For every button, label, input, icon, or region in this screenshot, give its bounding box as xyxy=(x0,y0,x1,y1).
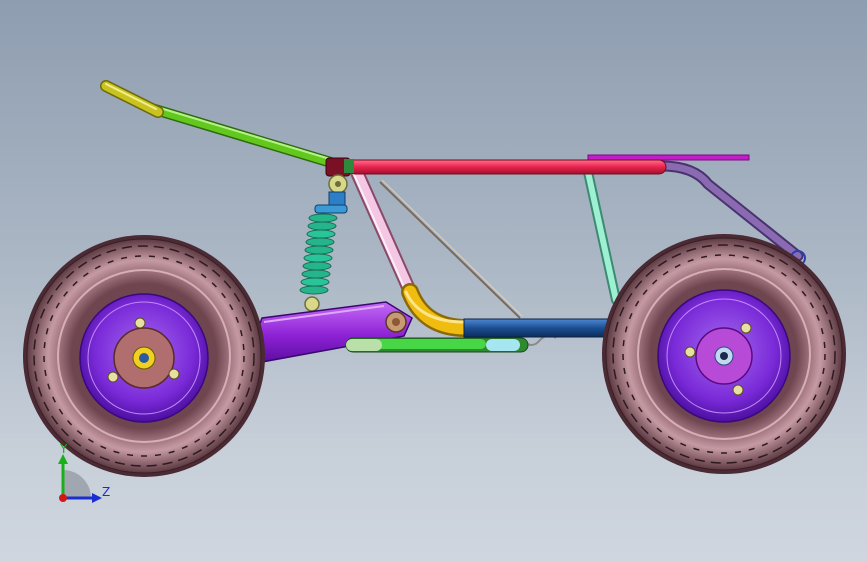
shock-spring xyxy=(299,213,338,295)
footrest-bar[interactable] xyxy=(345,337,529,353)
handlebar[interactable] xyxy=(144,102,342,170)
axis-z-label: Z xyxy=(102,485,111,499)
seat-strut[interactable] xyxy=(583,167,621,305)
lower-frame-tube[interactable] xyxy=(463,318,613,338)
vehicle-assembly-drawing xyxy=(23,80,846,503)
front-down-tube[interactable] xyxy=(349,163,419,303)
front-wheel[interactable] xyxy=(23,235,265,477)
frame-bend[interactable] xyxy=(401,283,475,337)
axis-y-label: Y xyxy=(60,442,68,456)
handlebar-grip[interactable] xyxy=(100,80,164,118)
seat-rack[interactable] xyxy=(587,154,750,161)
swingarm[interactable] xyxy=(253,301,413,363)
rear-wheel[interactable] xyxy=(602,234,846,474)
diagonal-brace[interactable] xyxy=(379,181,521,319)
shock-absorber[interactable] xyxy=(299,174,348,312)
main-top-rail[interactable] xyxy=(325,157,667,177)
triad-arc-icon xyxy=(63,470,91,498)
cad-viewport[interactable]: Y Z xyxy=(0,0,867,562)
x-axis-dot-icon xyxy=(59,494,67,502)
